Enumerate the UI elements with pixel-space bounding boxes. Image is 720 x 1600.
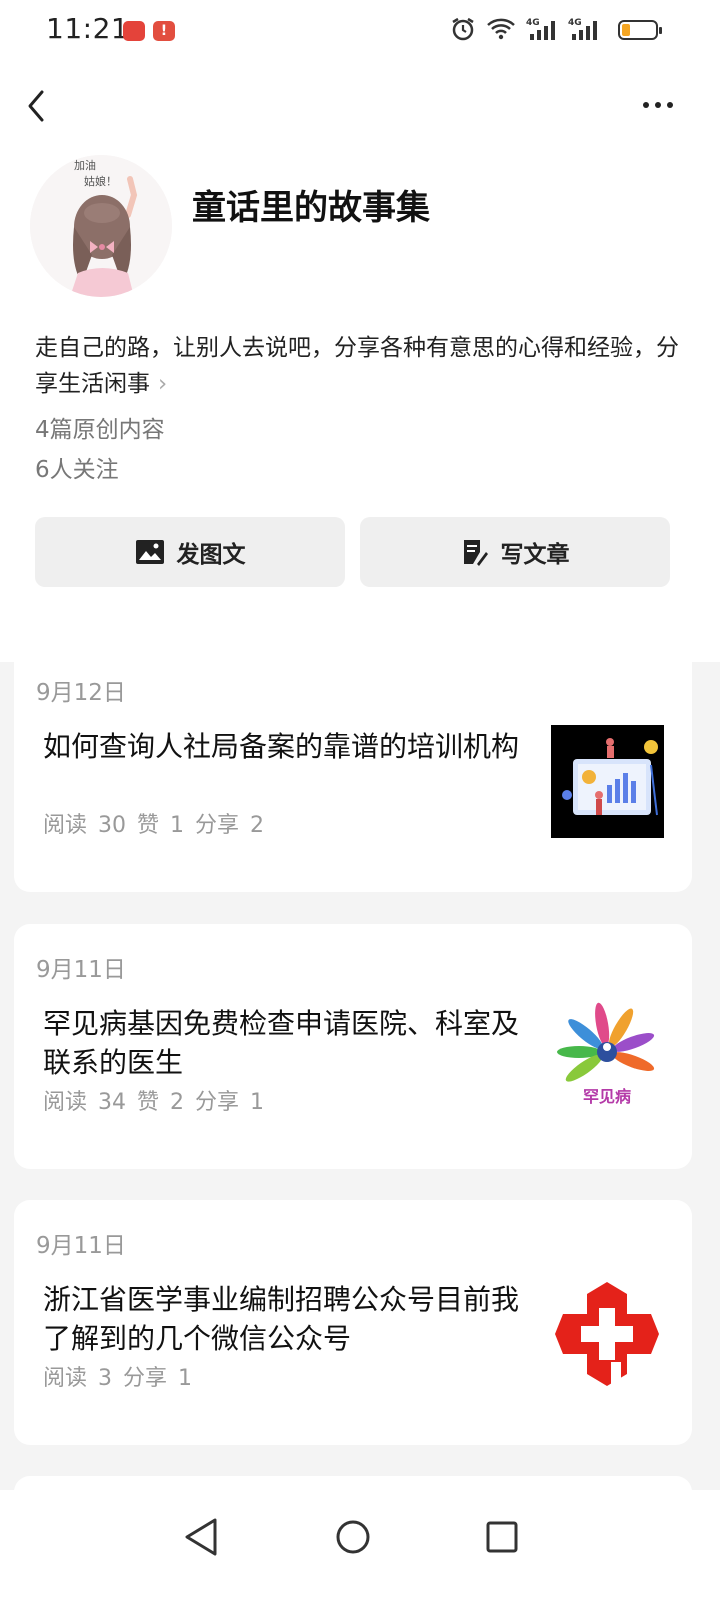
followers-count[interactable]: 6人关注 xyxy=(35,450,119,484)
status-time: 11:21 xyxy=(46,12,130,45)
write-article-label: 写文章 xyxy=(500,542,570,568)
thumbnail-text: 罕见病 xyxy=(583,1087,631,1106)
status-icons: 4G 4G xyxy=(450,16,600,42)
wifi-icon xyxy=(487,18,515,40)
edit-icon xyxy=(463,540,488,566)
article-thumbnail-red-cross[interactable] xyxy=(551,1278,664,1391)
battery-icon xyxy=(618,20,662,40)
svg-text:加油: 加油 xyxy=(74,158,96,172)
notification-alert-icon xyxy=(153,21,175,41)
nav-recents-icon[interactable] xyxy=(477,1512,527,1562)
post-image-button[interactable]: 发图文 xyxy=(35,517,345,587)
system-nav-bar xyxy=(0,1490,720,1600)
svg-text:姑娘！: 姑娘！ xyxy=(84,174,117,188)
top-nav xyxy=(0,70,720,140)
article-thumbnail-rare-disease[interactable]: 罕见病 xyxy=(551,1002,664,1115)
article-card[interactable]: 9月12日 如何查询人社局备案的靠谱的培训机构 阅读 30 赞 1 分享 2 xyxy=(14,647,692,892)
svg-text:4G: 4G xyxy=(526,18,540,28)
article-date: 9月11日 xyxy=(36,957,126,983)
back-icon xyxy=(28,90,44,122)
profile-bio[interactable]: 走自己的路，让别人去说吧，分享各种有意思的心得和经验，分享生活闲事 › xyxy=(35,330,685,402)
signal-4g-icon-2: 4G xyxy=(568,18,597,40)
profile-name: 童话里的故事集 xyxy=(192,188,430,228)
alarm-icon xyxy=(452,17,474,41)
status-bar: 11:21 4G 4G xyxy=(0,0,720,64)
signal-4g-icon-1: 4G xyxy=(526,18,555,40)
article-title[interactable]: 浙江省医学事业编制招聘公众号目前我了解到的几个微信公众号 xyxy=(43,1280,533,1358)
image-icon xyxy=(135,540,164,564)
article-title[interactable]: 如何查询人社局备案的靠谱的培训机构 xyxy=(43,727,533,766)
back-button[interactable] xyxy=(18,84,58,128)
article-title[interactable]: 罕见病基因免费检查申请医院、科室及联系的医生 xyxy=(43,1004,533,1082)
chevron-right-icon: › xyxy=(158,371,168,397)
more-icon xyxy=(643,102,673,108)
article-stats: 阅读 30 赞 1 分享 2 xyxy=(43,813,264,838)
article-card[interactable]: 9月11日 罕见病基因免费检查申请医院、科室及联系的医生 阅读 34 赞 2 分… xyxy=(14,924,692,1169)
notification-app-icon xyxy=(123,21,145,41)
article-thumbnail-chart[interactable] xyxy=(551,725,664,838)
post-image-label: 发图文 xyxy=(176,542,246,568)
article-date: 9月11日 xyxy=(36,1233,126,1259)
article-stats: 阅读 34 赞 2 分享 1 xyxy=(43,1090,264,1115)
nav-back-icon[interactable] xyxy=(177,1512,227,1562)
article-card[interactable]: 9月11日 浙江省医学事业编制招聘公众号目前我了解到的几个微信公众号 阅读 3 … xyxy=(14,1200,692,1445)
avatar[interactable]: 加油 姑娘！ xyxy=(30,155,172,297)
original-count: 4篇原创内容 xyxy=(35,417,165,443)
write-article-button[interactable]: 写文章 xyxy=(360,517,670,587)
svg-text:4G: 4G xyxy=(568,18,582,28)
article-stats: 阅读 3 分享 1 xyxy=(43,1366,192,1391)
article-date: 9月12日 xyxy=(36,680,126,706)
nav-home-icon[interactable] xyxy=(328,1512,378,1562)
more-button[interactable] xyxy=(640,90,680,120)
profile-bio-text: 走自己的路，让别人去说吧，分享各种有意思的心得和经验，分享生活闲事 xyxy=(35,335,679,397)
